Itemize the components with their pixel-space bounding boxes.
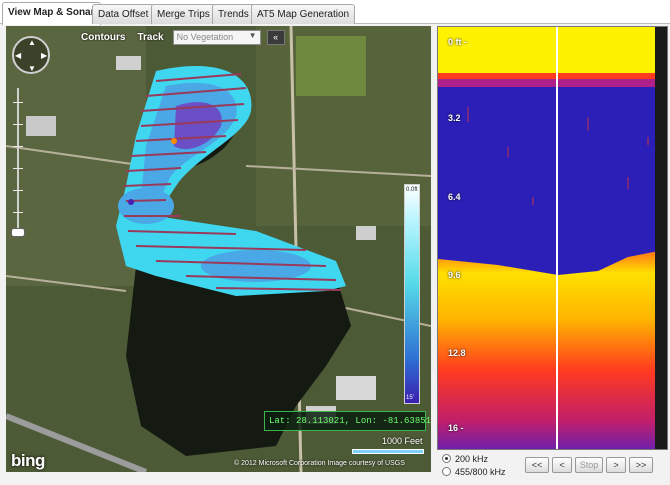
pan-control[interactable]: ▲ ▼ ◀ ▶ xyxy=(12,36,50,74)
scale-bar xyxy=(352,449,424,454)
scale-label: 1000 Feet xyxy=(382,436,423,446)
coordinate-readout: Lat: 28.113021, Lon: -81.638514 xyxy=(264,411,431,431)
depth-label-5: 16 - xyxy=(448,423,464,433)
tab-bar: View Map & Sonar Data Offset Merge Trips… xyxy=(0,0,670,25)
legend-bottom-label: 15' xyxy=(406,395,414,401)
pan-left-icon[interactable]: ◀ xyxy=(15,51,21,60)
track-button[interactable]: Track xyxy=(134,32,166,43)
label-200khz: 200 kHz xyxy=(455,453,489,464)
aerial-map xyxy=(6,26,431,472)
tab-view-map-sonar[interactable]: View Map & Sonar xyxy=(2,2,101,25)
fast-forward-button[interactable]: >> xyxy=(629,457,653,473)
zoom-tick xyxy=(13,168,23,169)
tab-data-offset[interactable]: Data Offset xyxy=(92,4,155,24)
depth-label-1: 3.2 xyxy=(448,113,461,123)
stop-button[interactable]: Stop xyxy=(575,457,603,473)
depth-label-3: 9.6 xyxy=(448,270,461,280)
zoom-tick xyxy=(13,146,23,147)
pan-up-icon[interactable]: ▲ xyxy=(28,38,36,47)
depth-legend: 0.0ft 15' xyxy=(404,184,420,404)
zoom-handle[interactable] xyxy=(11,228,25,237)
zoom-tick xyxy=(13,190,23,191)
radio-200khz[interactable] xyxy=(442,454,451,463)
next-button[interactable]: > xyxy=(606,457,626,473)
sonar-scrollbar[interactable] xyxy=(655,27,667,449)
frequency-option-455-800[interactable]: 455/800 kHz xyxy=(442,465,506,478)
zoom-tick xyxy=(13,102,23,103)
zoom-tick xyxy=(13,212,23,213)
vegetation-select-value: No Vegetation xyxy=(176,31,234,42)
tab-at5-map-generation[interactable]: AT5 Map Generation xyxy=(251,4,356,24)
collapse-toolbar-button[interactable]: « xyxy=(266,29,285,45)
contours-button[interactable]: Contours xyxy=(78,32,128,43)
zoom-track xyxy=(17,88,19,236)
app-window: View Map & Sonar Data Offset Merge Trips… xyxy=(0,0,670,485)
map-toolbar: Contours Track No Vegetation ▼ « xyxy=(78,29,285,45)
radio-455-800khz[interactable] xyxy=(442,467,451,476)
sonar-panel[interactable]: 0 ft - 3.2 6.4 9.6 12.8 16 - xyxy=(437,26,668,450)
map-attribution: © 2012 Microsoft Corporation Image court… xyxy=(234,460,405,467)
rewind-button[interactable]: << xyxy=(525,457,549,473)
pan-down-icon[interactable]: ▼ xyxy=(28,64,36,73)
pan-right-icon[interactable]: ▶ xyxy=(41,51,47,60)
vegetation-select[interactable]: No Vegetation ▼ xyxy=(172,29,261,45)
label-455-800khz: 455/800 kHz xyxy=(455,466,506,477)
playback-controls: << < Stop > >> xyxy=(525,457,653,473)
chevron-down-icon: ▼ xyxy=(248,30,257,40)
bing-logo: bing xyxy=(11,451,45,470)
tab-trends[interactable]: Trends xyxy=(212,4,255,24)
depth-label-2: 6.4 xyxy=(448,192,461,202)
map-panel[interactable]: ▲ ▼ ◀ ▶ Contours Track No Vegetation ▼ « xyxy=(6,26,431,472)
legend-top-label: 0.0ft xyxy=(406,187,418,193)
tab-merge-trips[interactable]: Merge Trips xyxy=(151,4,216,24)
frequency-selector: 200 kHz 455/800 kHz xyxy=(442,452,506,478)
depth-label-0: 0 ft - xyxy=(448,37,467,47)
previous-button[interactable]: < xyxy=(552,457,572,473)
sonar-image xyxy=(438,27,667,449)
zoom-tick xyxy=(13,124,23,125)
frequency-option-200[interactable]: 200 kHz xyxy=(442,452,506,465)
depth-label-4: 12.8 xyxy=(448,348,466,358)
zoom-slider[interactable] xyxy=(11,88,25,237)
